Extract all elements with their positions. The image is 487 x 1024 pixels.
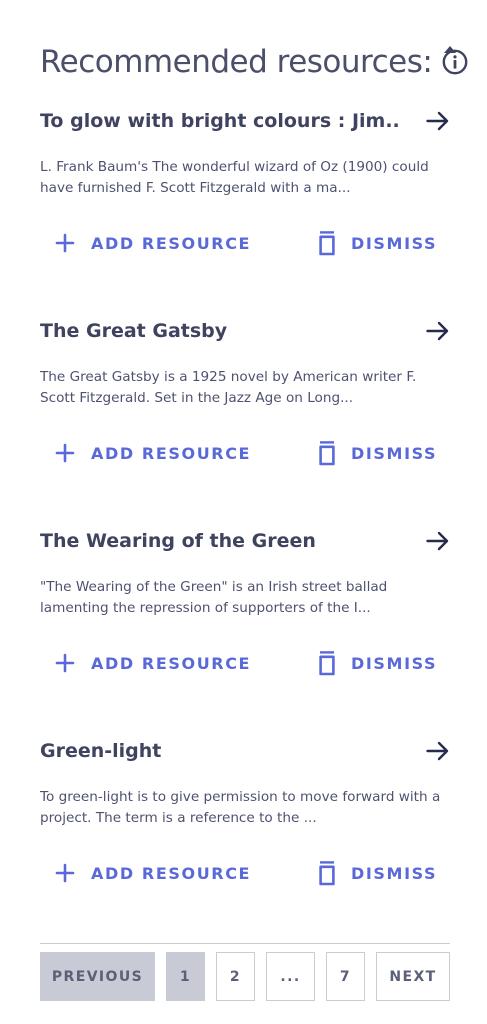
resource-title[interactable]: Green-light [40,740,161,762]
panel-header: Recommended resources: [40,40,468,84]
resource-description: To green-light is to give permission to … [40,789,441,826]
page-ellipsis[interactable]: ... [266,952,315,1001]
resource-description: The Great Gatsby is a 1925 novel by Amer… [40,369,417,406]
plus-icon [55,443,75,463]
trash-icon [319,441,335,466]
add-resource-label: ADD RESOURCE [91,653,252,673]
page-button-1[interactable]: 1 [166,952,205,1001]
add-resource-button[interactable]: ADD RESOURCE [55,648,251,678]
page-button-7[interactable]: 7 [326,952,365,1001]
page-button-2[interactable]: 2 [216,952,255,1001]
resource-actions: ADD RESOURCE DISMISS [40,438,450,468]
resource-card: The Wearing of the Green "The Wearing of… [40,530,450,710]
resource-card: Green-light To green-light is to give pe… [40,740,450,920]
arrow-right-icon[interactable] [426,320,450,342]
resource-title[interactable]: The Wearing of the Green [40,530,316,552]
dismiss-button[interactable]: DISMISS [317,648,437,678]
add-resource-button[interactable]: ADD RESOURCE [55,228,251,258]
pagination: PREVIOUS 1 2 ... 7 NEXT [40,952,450,1003]
resource-card: To glow with bright colours : Jim... L. … [40,110,450,290]
arrow-right-icon[interactable] [426,530,450,552]
dismiss-label: DISMISS [351,443,438,463]
trash-icon [319,861,335,886]
dismiss-button[interactable]: DISMISS [317,438,437,468]
trash-icon [319,231,335,256]
caret-up-icon[interactable] [443,40,457,53]
trash-icon [319,651,335,676]
resource-title[interactable]: To glow with bright colours : Jim... [40,110,400,132]
dismiss-button[interactable]: DISMISS [317,228,437,258]
previous-button[interactable]: PREVIOUS [40,952,155,1001]
pagination-divider [40,943,450,944]
add-resource-label: ADD RESOURCE [91,233,252,253]
resource-title[interactable]: The Great Gatsby [40,320,227,342]
plus-icon [55,653,75,673]
dismiss-label: DISMISS [351,863,438,883]
resource-description: "The Wearing of the Green" is an Irish s… [40,579,388,616]
resource-actions: ADD RESOURCE DISMISS [40,858,450,888]
plus-icon [55,863,75,883]
add-resource-label: ADD RESOURCE [91,443,252,463]
dismiss-label: DISMISS [351,233,438,253]
arrow-right-icon[interactable] [426,740,450,762]
add-resource-button[interactable]: ADD RESOURCE [55,858,251,888]
panel-title: Recommended resources: [40,44,433,80]
next-button[interactable]: NEXT [376,952,450,1001]
resource-actions: ADD RESOURCE DISMISS [40,648,450,678]
resource-card: The Great Gatsby The Great Gatsby is a 1… [40,320,450,500]
plus-icon [55,233,75,253]
add-resource-label: ADD RESOURCE [91,863,252,883]
arrow-right-icon[interactable] [426,110,450,132]
dismiss-button[interactable]: DISMISS [317,858,437,888]
add-resource-button[interactable]: ADD RESOURCE [55,438,251,468]
dismiss-label: DISMISS [351,653,438,673]
resource-description: L. Frank Baum's The wonderful wizard of … [40,159,429,196]
resource-actions: ADD RESOURCE DISMISS [40,228,450,258]
